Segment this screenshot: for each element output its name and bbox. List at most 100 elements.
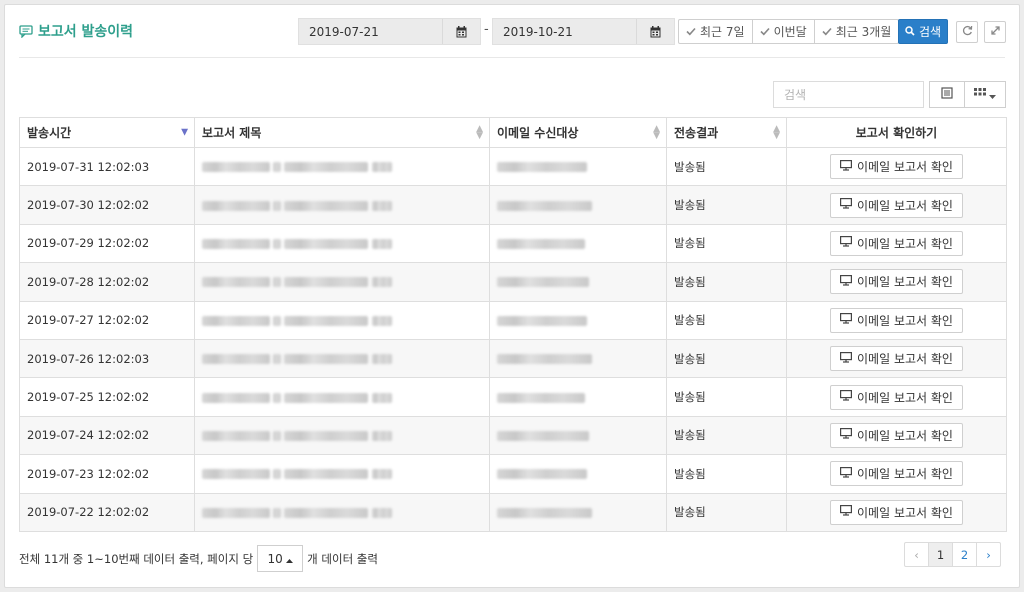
search-icon	[905, 25, 915, 39]
list-view-button[interactable]	[929, 81, 965, 108]
redacted-text	[497, 162, 587, 173]
send-result-cell: 발송됨	[666, 223, 787, 264]
this-month-button[interactable]: 이번달	[751, 19, 815, 44]
email-recipient-cell	[489, 415, 667, 456]
redacted-text	[497, 200, 592, 211]
redacted-text	[284, 469, 368, 480]
redacted-text	[202, 277, 270, 288]
monitor-icon	[840, 351, 853, 366]
column-header-send-time[interactable]: 발송시간 ▼	[19, 117, 195, 148]
redacted-text	[284, 315, 368, 326]
view-report-cell: 이메일 보고서 확인	[786, 454, 1007, 494]
email-recipient-cell	[489, 262, 667, 302]
page-1-button[interactable]: 1	[928, 542, 953, 567]
view-email-report-button[interactable]: 이메일 보고서 확인	[830, 384, 963, 410]
monitor-icon	[840, 274, 853, 289]
search-button[interactable]: 검색	[898, 19, 948, 44]
redacted-text	[284, 430, 368, 441]
column-header-email-recipient[interactable]: 이메일 수신대상 ▲ ▼	[489, 117, 667, 148]
view-email-report-button[interactable]: 이메일 보고서 확인	[830, 461, 963, 487]
column-toggle-button[interactable]	[964, 81, 1006, 108]
view-report-cell: 이메일 보고서 확인	[786, 338, 1007, 379]
pagination: ‹ 1 2 ›	[904, 542, 1001, 567]
view-report-cell: 이메일 보고서 확인	[786, 262, 1007, 302]
redacted-text	[202, 238, 270, 249]
next-page-button[interactable]: ›	[976, 542, 1001, 567]
view-report-cell: 이메일 보고서 확인	[786, 146, 1007, 187]
column-header-send-result[interactable]: 전송결과 ▲ ▼	[666, 117, 787, 148]
check-icon	[822, 25, 832, 39]
email-recipient-cell	[489, 223, 667, 264]
refresh-button[interactable]	[956, 21, 978, 43]
page-size-select[interactable]: 10	[257, 545, 304, 572]
expand-icon	[990, 25, 1001, 39]
send-result-cell: 발송됨	[666, 492, 787, 532]
comment-icon	[19, 24, 33, 38]
send-time-cell: 2019-07-23 12:02:02	[19, 454, 195, 494]
send-time-cell: 2019-07-30 12:02:02	[19, 185, 195, 225]
prev-page-button[interactable]: ‹	[904, 542, 929, 567]
view-email-report-button[interactable]: 이메일 보고서 확인	[830, 499, 963, 525]
redacted-text	[202, 315, 270, 326]
redacted-text	[497, 392, 585, 403]
table-row: 2019-07-25 12:02:02 발송됨 이메일 보고서 확인	[19, 377, 1007, 417]
view-email-report-button[interactable]: 이메일 보고서 확인	[830, 346, 963, 372]
report-history-panel: 보고서 발송이력 2019-07-21 - 2019-10-21 최근 7일 이…	[4, 4, 1020, 588]
view-report-cell: 이메일 보고서 확인	[786, 223, 1007, 264]
view-email-report-label: 이메일 보고서 확인	[857, 236, 953, 251]
date-to-value[interactable]: 2019-10-21	[493, 25, 636, 39]
pagination-info-suffix: 개 데이터 출력	[307, 551, 378, 566]
calendar-icon[interactable]	[636, 19, 674, 44]
redacted-text	[273, 392, 281, 403]
expand-button[interactable]	[984, 21, 1006, 43]
view-email-report-button[interactable]: 이메일 보고서 확인	[830, 192, 963, 218]
sort-icon: ▲ ▼	[476, 123, 483, 141]
date-from-field[interactable]: 2019-07-21	[298, 18, 481, 45]
this-month-label: 이번달	[773, 25, 807, 39]
calendar-icon[interactable]	[442, 19, 480, 44]
redacted-text	[273, 469, 281, 480]
page-2-button[interactable]: 2	[952, 542, 977, 567]
redacted-text	[372, 162, 392, 173]
redacted-text	[273, 315, 281, 326]
redacted-text	[284, 507, 368, 518]
send-time-cell: 2019-07-25 12:02:02	[19, 377, 195, 417]
table-row: 2019-07-28 12:02:02 발송됨 이메일 보고서 확인	[19, 262, 1007, 302]
redacted-text	[497, 430, 589, 441]
report-title-cell	[194, 338, 490, 379]
redacted-text	[372, 469, 392, 480]
send-result-cell: 발송됨	[666, 454, 787, 494]
last-7-days-button[interactable]: 최근 7일	[678, 19, 753, 44]
send-result-cell: 발송됨	[666, 185, 787, 225]
redacted-text	[284, 354, 368, 365]
email-recipient-cell	[489, 377, 667, 417]
send-time-cell: 2019-07-26 12:02:03	[19, 338, 195, 379]
view-email-report-label: 이메일 보고서 확인	[857, 467, 953, 482]
last-7-days-label: 최근 7일	[700, 25, 745, 39]
report-title-cell	[194, 492, 490, 532]
redacted-text	[202, 507, 270, 518]
redacted-text	[372, 315, 392, 326]
redacted-text	[497, 354, 592, 365]
last-3-months-label: 최근 3개월	[835, 25, 892, 39]
redacted-text	[497, 469, 587, 480]
table-row: 2019-07-30 12:02:02 발송됨 이메일 보고서 확인	[19, 185, 1007, 225]
column-header-report-title[interactable]: 보고서 제목 ▲ ▼	[194, 117, 490, 148]
redacted-text	[202, 200, 270, 211]
date-to-field[interactable]: 2019-10-21	[492, 18, 675, 45]
view-email-report-button[interactable]: 이메일 보고서 확인	[830, 422, 963, 448]
redacted-text	[284, 162, 368, 173]
last-3-months-button[interactable]: 최근 3개월	[813, 19, 900, 44]
table-search-input[interactable]	[773, 81, 924, 108]
view-email-report-button[interactable]: 이메일 보고서 확인	[830, 230, 963, 256]
send-time-cell: 2019-07-22 12:02:02	[19, 492, 195, 532]
redacted-text	[202, 469, 270, 480]
monitor-icon	[840, 466, 853, 481]
view-email-report-button[interactable]: 이메일 보고서 확인	[830, 269, 963, 295]
table-row: 2019-07-22 12:02:02 발송됨 이메일 보고서 확인	[19, 492, 1007, 532]
view-email-report-button[interactable]: 이메일 보고서 확인	[830, 307, 963, 333]
redacted-text	[273, 200, 281, 211]
send-result-cell: 발송됨	[666, 377, 787, 417]
date-from-value[interactable]: 2019-07-21	[299, 25, 442, 39]
view-email-report-button[interactable]: 이메일 보고서 확인	[830, 154, 963, 180]
